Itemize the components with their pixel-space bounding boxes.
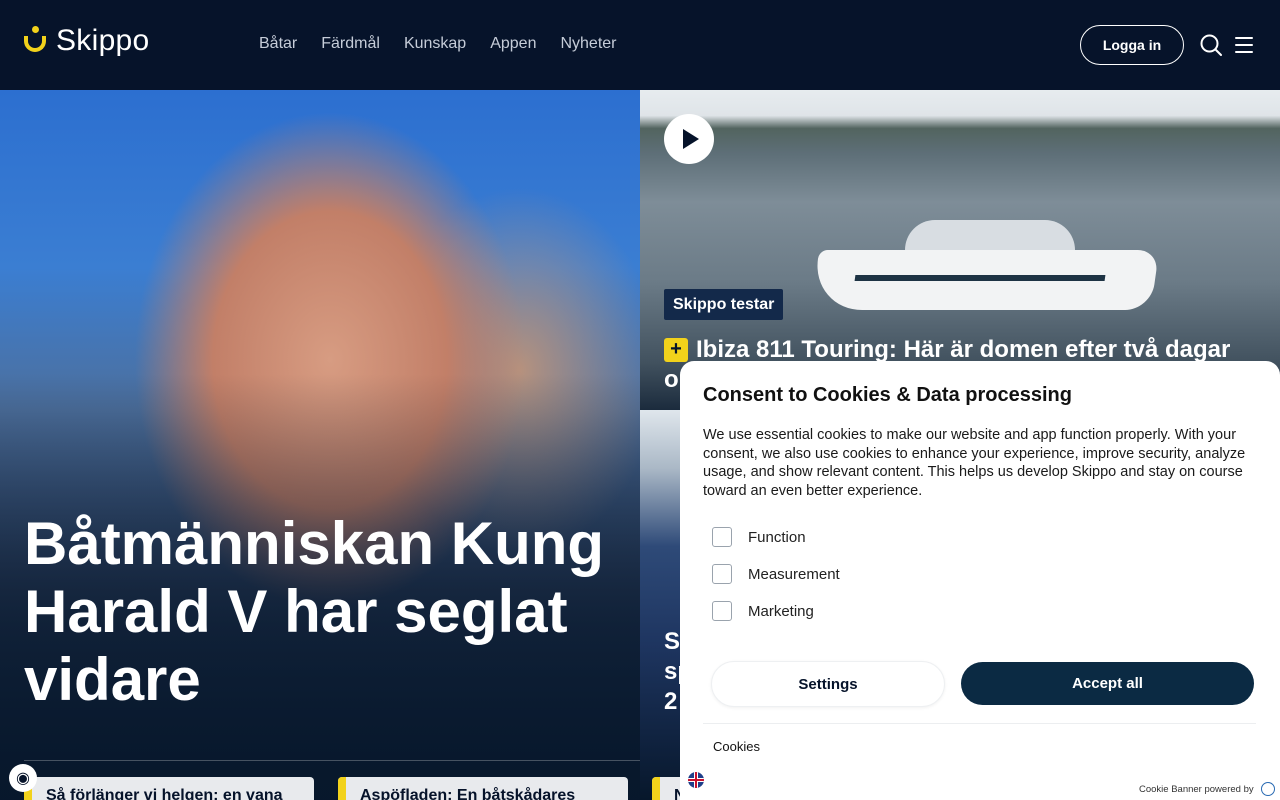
card-accent	[652, 777, 660, 800]
secondary-headline-line[interactable]: S	[664, 628, 680, 656]
settings-button[interactable]: Settings	[711, 661, 945, 707]
login-button[interactable]: Logga in	[1080, 25, 1184, 65]
card-title[interactable]: Så förlänger vi helgen: en vana	[46, 787, 283, 800]
consent-description: We use essential cookies to make our web…	[703, 427, 1246, 499]
consent-option-marketing[interactable]: Marketing	[712, 601, 814, 621]
site-header: Skippo Båtar Färdmål Kunskap Appen Nyhet…	[0, 0, 1280, 90]
play-button[interactable]	[664, 114, 714, 164]
nav-item-batar[interactable]: Båtar	[259, 35, 297, 53]
option-label: Measurement	[748, 565, 840, 583]
consent-title: Consent to Cookies & Data processing	[703, 384, 1072, 406]
nav-item-fardmal[interactable]: Färdmål	[321, 35, 380, 53]
plus-icon: +	[664, 338, 688, 362]
cookie-consent-dialog: Consent to Cookies & Data processing We …	[680, 361, 1280, 800]
hero-title[interactable]: Båtmänniskan Kung Harald V har seglat vi…	[24, 510, 624, 714]
provider-logo-icon[interactable]	[1261, 782, 1275, 796]
divider	[703, 723, 1256, 724]
consent-option-function[interactable]: Function	[712, 527, 806, 547]
nav-item-kunskap[interactable]: Kunskap	[404, 35, 466, 53]
language-flag-icon[interactable]	[688, 772, 704, 788]
option-label: Marketing	[748, 602, 814, 620]
skippo-logo[interactable]: Skippo	[24, 24, 150, 58]
search-icon[interactable]	[1200, 34, 1222, 56]
feature-headline[interactable]: Ibiza 811 Touring: Här är domen efter tv…	[696, 336, 1256, 364]
main-nav: Båtar Färdmål Kunskap Appen Nyheter	[259, 35, 617, 53]
cookies-link[interactable]: Cookies	[713, 739, 760, 754]
hero-article[interactable]: Båtmänniskan Kung Harald V har seglat vi…	[0, 90, 640, 800]
secondary-headline-line[interactable]: 2	[664, 688, 677, 716]
consent-option-measurement[interactable]: Measurement	[712, 564, 840, 584]
divider	[24, 760, 640, 761]
hamburger-menu-icon[interactable]	[1235, 37, 1253, 53]
measurement-checkbox[interactable]	[712, 564, 732, 584]
marketing-checkbox[interactable]	[712, 601, 732, 621]
logo-text: Skippo	[56, 24, 150, 57]
article-card[interactable]: Aspöfladen: En båtskådares	[338, 777, 628, 800]
function-checkbox[interactable]	[712, 527, 732, 547]
card-accent	[338, 777, 346, 800]
article-card[interactable]: Så förlänger vi helgen: en vana	[24, 777, 314, 800]
option-label: Function	[748, 528, 806, 546]
category-tag[interactable]: Skippo testar	[664, 289, 784, 320]
nav-item-nyheter[interactable]: Nyheter	[560, 35, 616, 53]
powered-by-text: Cookie Banner powered by	[1139, 784, 1254, 795]
nav-item-appen[interactable]: Appen	[490, 35, 536, 53]
feature-headline-continued[interactable]: o	[664, 366, 679, 394]
cookie-icon[interactable]: ◉	[9, 764, 37, 792]
card-title[interactable]: Aspöfladen: En båtskådares	[360, 787, 575, 800]
boat-image	[810, 220, 1160, 310]
logo-smile-icon	[24, 24, 46, 58]
play-icon	[683, 129, 699, 149]
accept-all-button[interactable]: Accept all	[961, 662, 1254, 705]
